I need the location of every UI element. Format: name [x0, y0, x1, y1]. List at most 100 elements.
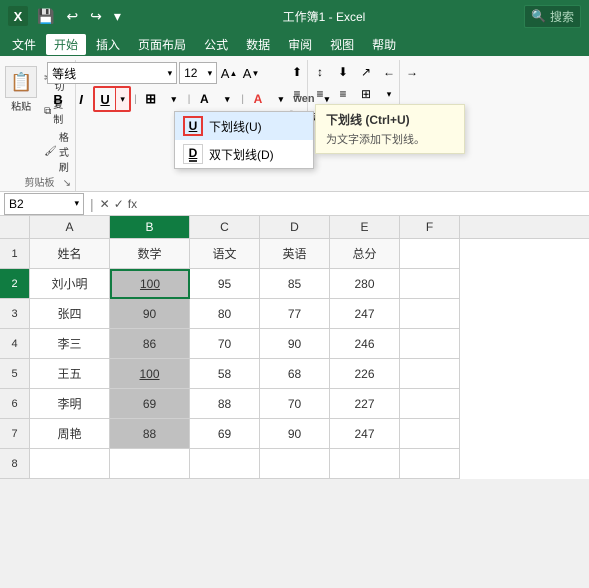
cell-d6[interactable]: 70 — [260, 389, 330, 419]
top-align-button[interactable]: ⬆ — [286, 62, 308, 82]
increase-font-button[interactable]: A▲ — [219, 62, 239, 84]
cell-f2[interactable] — [400, 269, 460, 299]
underline-button[interactable]: U ▾ — [93, 86, 131, 112]
cell-d4[interactable]: 90 — [260, 329, 330, 359]
cell-c5[interactable]: 58 — [190, 359, 260, 389]
cell-a3[interactable]: 张四 — [30, 299, 110, 329]
row-num-1[interactable]: 1 — [0, 239, 30, 269]
cell-b2[interactable]: 100 — [110, 269, 190, 299]
cell-b1[interactable]: 数学 — [110, 239, 190, 269]
cell-f8[interactable] — [400, 449, 460, 479]
cell-e1[interactable]: 总分 — [330, 239, 400, 269]
row-num-2[interactable]: 2 — [0, 269, 30, 299]
col-header-c[interactable]: C — [190, 216, 260, 238]
name-box[interactable]: B2 ▾ — [4, 193, 84, 215]
menu-data[interactable]: 数据 — [238, 34, 278, 55]
italic-button[interactable]: I — [70, 88, 92, 110]
decrease-font-button[interactable]: A▼ — [241, 62, 261, 84]
menu-file[interactable]: 文件 — [4, 34, 44, 55]
paste-button[interactable]: 📋 粘贴 — [3, 62, 39, 175]
menu-view[interactable]: 视图 — [322, 34, 362, 55]
col-header-e[interactable]: E — [330, 216, 400, 238]
cell-c1[interactable]: 语文 — [190, 239, 260, 269]
col-header-b[interactable]: B — [110, 216, 190, 238]
cell-d3[interactable]: 77 — [260, 299, 330, 329]
left-align-button[interactable]: ≡ — [286, 84, 308, 104]
cell-c4[interactable]: 70 — [190, 329, 260, 359]
cell-a7[interactable]: 周艳 — [30, 419, 110, 449]
center-align-button[interactable]: ≡ — [309, 84, 331, 104]
text-direction-button[interactable]: ↗ — [355, 62, 377, 82]
middle-align-button[interactable]: ↕ — [309, 62, 331, 82]
cell-a2[interactable]: 刘小明 — [30, 269, 110, 299]
bold-button[interactable]: B — [47, 88, 69, 110]
cell-b4[interactable]: 86 — [110, 329, 190, 359]
undo-icon[interactable]: ↩ — [63, 6, 81, 27]
cell-b7[interactable]: 88 — [110, 419, 190, 449]
format-painter-button[interactable]: 🖌 格式刷 — [41, 128, 76, 175]
cell-e6[interactable]: 227 — [330, 389, 400, 419]
cell-f7[interactable] — [400, 419, 460, 449]
cell-e4[interactable]: 246 — [330, 329, 400, 359]
row-num-3[interactable]: 3 — [0, 299, 30, 329]
cell-c3[interactable]: 80 — [190, 299, 260, 329]
cell-e7[interactable]: 247 — [330, 419, 400, 449]
cell-b8[interactable] — [110, 449, 190, 479]
cell-c8[interactable] — [190, 449, 260, 479]
col-header-a[interactable]: A — [30, 216, 110, 238]
row-num-6[interactable]: 6 — [0, 389, 30, 419]
redo-icon[interactable]: ↪ — [87, 6, 105, 27]
cell-b5[interactable]: 100 — [110, 359, 190, 389]
row-num-4[interactable]: 4 — [0, 329, 30, 359]
cell-b6[interactable]: 69 — [110, 389, 190, 419]
font-color-button[interactable]: A — [247, 88, 269, 110]
border-button[interactable]: ⊞ — [140, 88, 162, 110]
underline-single-option[interactable]: U 下划线(U) — [175, 112, 313, 140]
cell-c2[interactable]: 95 — [190, 269, 260, 299]
font-size-selector[interactable]: 12 ▾ — [179, 62, 217, 84]
cell-d7[interactable]: 90 — [260, 419, 330, 449]
cell-b3[interactable]: 90 — [110, 299, 190, 329]
menu-insert[interactable]: 插入 — [88, 34, 128, 55]
menu-page-layout[interactable]: 页面布局 — [130, 34, 194, 55]
underline-double-option[interactable]: D 双下划线(D) — [175, 140, 313, 168]
cancel-formula-icon[interactable]: ✕ — [100, 197, 110, 211]
col-header-f[interactable]: F — [400, 216, 460, 238]
font-name-selector[interactable]: 等线 ▾ — [47, 62, 177, 84]
cell-e5[interactable]: 226 — [330, 359, 400, 389]
menu-help[interactable]: 帮助 — [364, 34, 404, 55]
cell-a6[interactable]: 李明 — [30, 389, 110, 419]
customize-icon[interactable]: ▾ — [111, 6, 124, 27]
cell-c7[interactable]: 69 — [190, 419, 260, 449]
cell-f3[interactable] — [400, 299, 460, 329]
cell-f1[interactable] — [400, 239, 460, 269]
cell-c6[interactable]: 88 — [190, 389, 260, 419]
indent-decrease-button[interactable]: ← — [378, 62, 400, 82]
right-align-button[interactable]: ≡ — [332, 84, 354, 104]
border-arrow[interactable]: ▾ — [163, 88, 185, 110]
cell-d8[interactable] — [260, 449, 330, 479]
search-box[interactable]: 🔍 搜索 — [524, 5, 581, 28]
cell-e3[interactable]: 247 — [330, 299, 400, 329]
cell-d1[interactable]: 英语 — [260, 239, 330, 269]
col-header-d[interactable]: D — [260, 216, 330, 238]
cell-f6[interactable] — [400, 389, 460, 419]
cell-d5[interactable]: 68 — [260, 359, 330, 389]
fill-color-arrow[interactable]: ▾ — [216, 88, 238, 110]
save-icon[interactable]: 💾 — [34, 6, 57, 27]
underline-dropdown-arrow[interactable]: ▾ — [115, 88, 129, 110]
menu-review[interactable]: 审阅 — [280, 34, 320, 55]
merge-button[interactable]: ⊞ — [355, 84, 377, 104]
menu-formula[interactable]: 公式 — [196, 34, 236, 55]
bottom-align-button[interactable]: ⬇ — [332, 62, 354, 82]
row-num-7[interactable]: 7 — [0, 419, 30, 449]
cell-e8[interactable] — [330, 449, 400, 479]
cell-e2[interactable]: 280 — [330, 269, 400, 299]
confirm-formula-icon[interactable]: ✓ — [114, 197, 124, 211]
cell-a4[interactable]: 李三 — [30, 329, 110, 359]
insert-function-icon[interactable]: fx — [128, 197, 137, 211]
fill-color-button[interactable]: A — [193, 88, 215, 110]
row-num-5[interactable]: 5 — [0, 359, 30, 389]
clipboard-expander[interactable]: ↘ — [63, 178, 71, 189]
cell-a1[interactable]: 姓名 — [30, 239, 110, 269]
